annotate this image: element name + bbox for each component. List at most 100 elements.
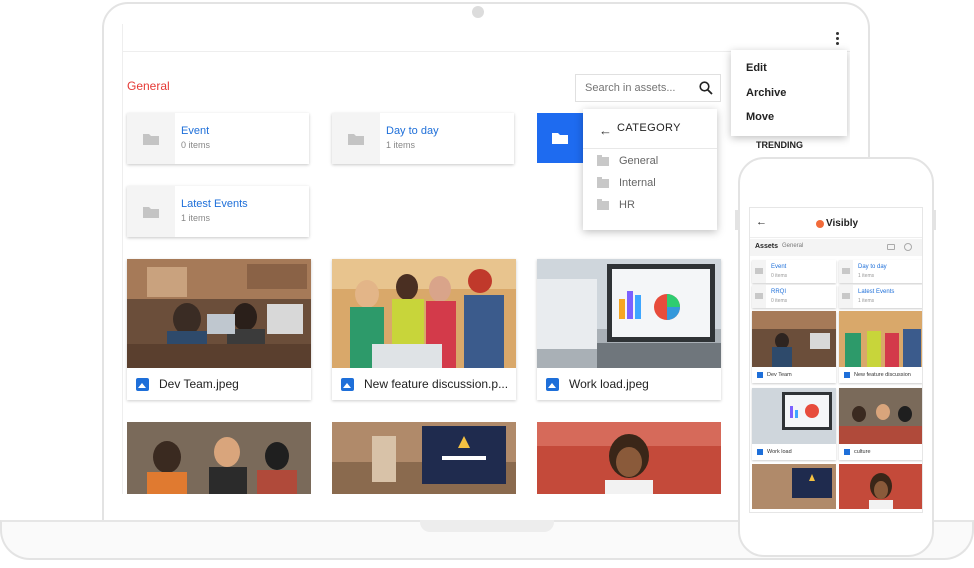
asset-card-dev-team[interactable]: Dev Team.jpeg bbox=[127, 259, 311, 400]
asset-name: Work load bbox=[767, 449, 792, 455]
phone-breadcrumb-bar: Assets General bbox=[750, 239, 922, 256]
folder-card-selected[interactable] bbox=[537, 113, 583, 163]
asset-name: New feature discussion.p... bbox=[364, 377, 509, 391]
asset-caption: Work load bbox=[752, 444, 836, 460]
folder-card-latest-events[interactable]: Latest Events 1 items bbox=[127, 186, 309, 237]
folder-name: Latest Events bbox=[181, 198, 248, 210]
folder-name: Event bbox=[771, 264, 787, 270]
phone-folder-event[interactable]: Event 0 items bbox=[752, 260, 836, 283]
asset-caption: Dev Team bbox=[752, 367, 836, 383]
phone-folder-rrqi[interactable]: RRQI 0 items bbox=[752, 285, 836, 308]
asset-caption: culture bbox=[839, 444, 922, 460]
asset-photo bbox=[839, 311, 922, 367]
folder-count: 0 items bbox=[181, 140, 211, 150]
asset-photo bbox=[752, 388, 836, 444]
category-item-internal[interactable]: Internal bbox=[597, 176, 656, 189]
image-icon bbox=[136, 377, 149, 391]
asset-caption: Dev Team.jpeg bbox=[127, 368, 311, 400]
camera-icon[interactable] bbox=[887, 244, 895, 250]
phone-asset-new-feature[interactable]: New feature discussion bbox=[839, 311, 922, 383]
folder-card-day-to-day[interactable]: Day to day 1 items bbox=[332, 113, 514, 164]
folder-icon bbox=[127, 186, 175, 237]
asset-name: New feature discussion bbox=[854, 372, 911, 378]
breadcrumb: General bbox=[782, 243, 804, 249]
asset-name: Dev Team bbox=[767, 372, 792, 378]
folder-icon bbox=[597, 154, 609, 166]
category-title: CATEGORY bbox=[617, 122, 681, 134]
folder-icon bbox=[839, 285, 853, 308]
top-bar bbox=[123, 24, 850, 52]
asset-photo-culture[interactable] bbox=[537, 422, 721, 494]
folder-icon bbox=[597, 198, 609, 210]
image-icon bbox=[757, 372, 763, 378]
folder-icon bbox=[332, 113, 380, 164]
folder-count: 1 items bbox=[858, 273, 875, 279]
asset-photo bbox=[537, 259, 721, 368]
menu-item-move[interactable]: Move bbox=[746, 111, 774, 123]
phone-folder-day-to-day[interactable]: Day to day 1 items bbox=[839, 260, 922, 283]
folder-count: 0 items bbox=[771, 298, 788, 304]
category-label: General bbox=[619, 155, 659, 167]
search-icon[interactable] bbox=[691, 74, 721, 102]
phone-folder-latest-events[interactable]: Latest Events 1 items bbox=[839, 285, 922, 308]
folder-card-event[interactable]: Event 0 items bbox=[127, 113, 309, 164]
phone-header: ← Visibly bbox=[750, 208, 922, 238]
asset-card-work-load[interactable]: Work load.jpeg bbox=[537, 259, 721, 400]
asset-photo bbox=[839, 388, 922, 444]
asset-photo-new-version[interactable] bbox=[332, 422, 516, 494]
asset-name: culture bbox=[854, 449, 871, 455]
logo-icon bbox=[816, 219, 824, 228]
category-item-hr[interactable]: HR bbox=[597, 198, 635, 211]
category-header: ← CATEGORY bbox=[583, 109, 717, 149]
more-options-icon[interactable] bbox=[831, 30, 843, 46]
asset-name: Dev Team.jpeg bbox=[159, 377, 239, 391]
phone-side-button bbox=[933, 210, 936, 230]
folder-icon bbox=[597, 176, 609, 188]
context-menu: Edit Archive Move bbox=[731, 50, 847, 136]
page-title: General bbox=[127, 79, 170, 93]
image-icon bbox=[546, 377, 559, 391]
asset-photo-team-meeting[interactable] bbox=[127, 422, 311, 494]
trending-label: TRENDING bbox=[756, 140, 803, 150]
asset-card-new-feature[interactable]: New feature discussion.p... bbox=[332, 259, 516, 400]
back-arrow-icon[interactable]: ← bbox=[599, 123, 612, 138]
phone-asset-dev-team[interactable]: Dev Team bbox=[752, 311, 836, 383]
menu-item-archive[interactable]: Archive bbox=[746, 87, 786, 99]
folder-count: 0 items bbox=[771, 273, 788, 279]
folder-icon bbox=[839, 260, 853, 283]
phone-asset-work-load[interactable]: Work load bbox=[752, 388, 836, 460]
image-icon bbox=[844, 372, 850, 378]
phone-side-button bbox=[735, 210, 738, 230]
folder-count: 1 items bbox=[858, 298, 875, 304]
add-icon[interactable] bbox=[904, 243, 912, 251]
folder-name: Day to day bbox=[858, 264, 887, 270]
folder-icon bbox=[752, 285, 766, 308]
folder-name: Event bbox=[181, 125, 210, 137]
folder-count: 1 items bbox=[181, 213, 211, 223]
category-label: HR bbox=[619, 199, 635, 211]
category-item-general[interactable]: General bbox=[597, 154, 659, 167]
phone-asset-culture[interactable]: culture bbox=[839, 388, 922, 460]
asset-name: Work load.jpeg bbox=[569, 377, 649, 391]
back-arrow-icon[interactable]: ← bbox=[756, 216, 767, 228]
folder-icon bbox=[752, 260, 766, 283]
brand-name: Visibly bbox=[826, 218, 859, 229]
phone-asset-photo-portrait[interactable] bbox=[839, 464, 923, 509]
asset-photo bbox=[127, 259, 311, 368]
asset-caption: Work load.jpeg bbox=[537, 368, 721, 400]
folder-name: Latest Events bbox=[858, 289, 895, 295]
assets-label: Assets bbox=[755, 243, 778, 250]
asset-caption: New feature discussion bbox=[839, 367, 922, 383]
folder-icon bbox=[552, 133, 568, 144]
folder-icon bbox=[127, 113, 175, 164]
folder-name: RRQI bbox=[771, 289, 786, 295]
category-label: Internal bbox=[619, 177, 656, 189]
image-icon bbox=[844, 449, 850, 455]
laptop-notch bbox=[420, 520, 554, 532]
asset-caption: New feature discussion.p... bbox=[332, 368, 516, 400]
phone-asset-photo-new-version[interactable] bbox=[752, 464, 836, 509]
brand-logo: Visibly bbox=[816, 218, 858, 229]
menu-item-edit[interactable]: Edit bbox=[746, 62, 767, 74]
category-dropdown: ← CATEGORY General Internal HR bbox=[583, 109, 717, 230]
image-icon bbox=[341, 377, 354, 391]
